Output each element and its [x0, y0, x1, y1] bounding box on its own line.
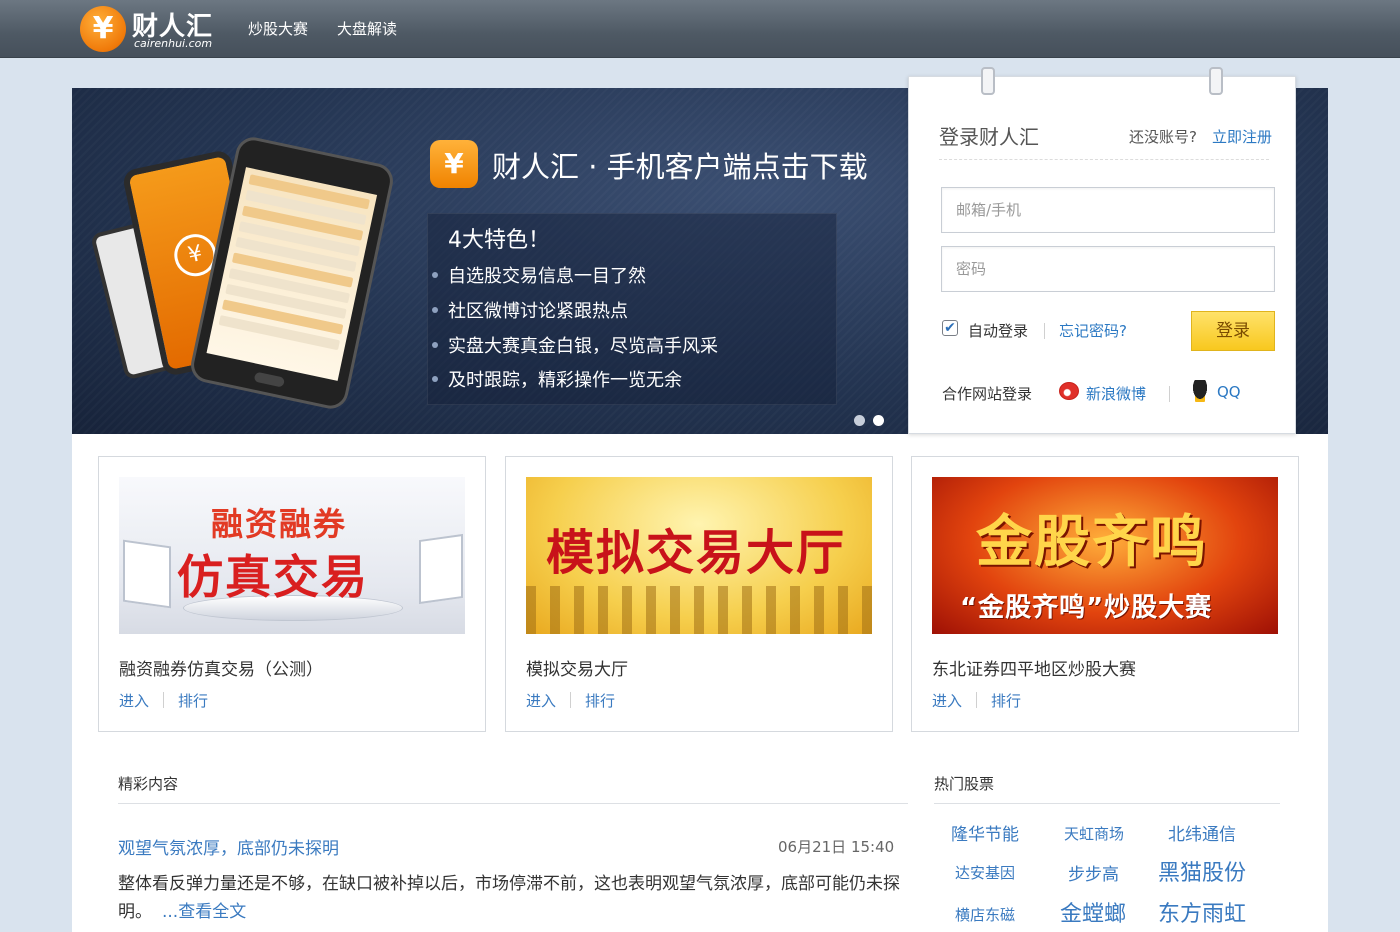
contest-card: 模拟交易大厅 模拟交易大厅 进入 排行 — [505, 456, 893, 732]
nav-stock-contest[interactable]: 炒股大赛 — [248, 18, 308, 39]
article-title-link[interactable]: 观望气氛浓厚，底部仍未探明 — [118, 834, 339, 859]
ranking-link[interactable]: 排行 — [178, 690, 208, 711]
qq-login-link[interactable]: QQ — [1217, 383, 1241, 401]
ranking-link[interactable]: 排行 — [585, 690, 615, 711]
site-logo[interactable]: ¥ 财人汇 cairenhui.com — [80, 6, 230, 52]
auto-login-label[interactable]: 自动登录 — [968, 320, 1028, 341]
golden-stock-contest-banner-image[interactable]: 金股齐鸣 “金股齐鸣”炒股大赛 — [932, 477, 1278, 634]
password-field[interactable]: 密码 — [941, 246, 1275, 292]
hot-stock-link[interactable]: 步步高 — [1068, 860, 1119, 885]
qq-icon[interactable] — [1191, 380, 1209, 402]
enter-link[interactable]: 进入 — [932, 690, 962, 711]
card-title[interactable]: 东北证券四平地区炒股大赛 — [932, 655, 1136, 680]
hot-stock-link[interactable]: 东方雨虹 — [1158, 896, 1246, 928]
login-title: 登录财人汇 — [939, 125, 1039, 149]
phone-screen — [206, 167, 378, 381]
hot-stock-link[interactable]: 达安基因 — [955, 862, 1015, 883]
register-link[interactable]: 立即注册 — [1212, 126, 1272, 147]
app-yen-icon: ¥ — [430, 140, 478, 188]
divider — [118, 803, 908, 804]
hot-stocks-title: 热门股票 — [934, 775, 995, 793]
margin-trading-banner-image[interactable]: 融资融券 仿真交易 — [119, 477, 465, 634]
forgot-password-link[interactable]: 忘记密码? — [1059, 320, 1127, 341]
article-summary: 整体看反弹力量还是不够，在缺口被补掉以后，市场停滞不前，这也表明观望气氛浓厚，底… — [118, 870, 908, 926]
no-account-label: 还没账号? — [1129, 128, 1197, 146]
image-text: “金股齐鸣”炒股大赛 — [960, 593, 1213, 623]
image-text: 金股齐鸣 — [976, 510, 1208, 575]
auto-login-checkbox[interactable]: ✔ — [942, 320, 958, 336]
features-title: 4大特色！ — [448, 228, 550, 253]
nav-market-analysis[interactable]: 大盘解读 — [337, 18, 397, 39]
carousel-dot-2[interactable] — [873, 415, 884, 426]
image-text: 融资融券 — [211, 505, 348, 543]
card-title[interactable]: 融资融券仿真交易（公测） — [119, 655, 323, 680]
divider — [163, 692, 164, 708]
featured-content-title: 精彩内容 — [118, 775, 179, 793]
logo-yen-icon: ¥ — [80, 6, 126, 52]
paper-clip-icon — [981, 67, 995, 95]
logo-domain: cairenhui.com — [134, 37, 213, 50]
hot-stock-link[interactable]: 北纬通信 — [1168, 820, 1236, 845]
top-bar: ¥ 财人汇 cairenhui.com 炒股大赛 大盘解读 — [0, 0, 1400, 58]
divider — [934, 803, 1280, 804]
divider — [1044, 323, 1045, 339]
hot-stock-link[interactable]: 隆华节能 — [951, 820, 1019, 845]
divider — [1169, 386, 1170, 402]
enter-link[interactable]: 进入 — [526, 690, 556, 711]
divider — [939, 159, 1269, 160]
hot-stock-link[interactable]: 黑猫股份 — [1158, 855, 1246, 887]
bullet-icon — [432, 272, 438, 278]
ranking-link[interactable]: 排行 — [991, 690, 1021, 711]
paper-clip-icon — [1209, 67, 1223, 95]
download-title[interactable]: 财人汇 · 手机客户端点击下载 — [492, 144, 868, 186]
enter-link[interactable]: 进入 — [119, 690, 149, 711]
feature-item: 自选股交易信息一目了然 — [448, 266, 646, 287]
carousel-dot-1[interactable] — [854, 415, 865, 426]
partner-login-label: 合作网站登录 — [942, 385, 1033, 403]
bullet-icon — [432, 342, 438, 348]
login-panel: 登录财人汇 还没账号? 立即注册 邮箱/手机 密码 ✔ 自动登录 忘记密码? 登… — [908, 67, 1296, 434]
weibo-icon[interactable] — [1059, 382, 1079, 400]
feature-item: 及时跟踪，精彩操作一览无余 — [448, 370, 682, 391]
read-more-link[interactable]: ...查看全文 — [162, 902, 246, 922]
login-button[interactable]: 登录 — [1191, 311, 1275, 351]
hot-stock-link[interactable]: 金螳螂 — [1060, 896, 1126, 928]
email-field[interactable]: 邮箱/手机 — [941, 187, 1275, 233]
hot-stock-link[interactable]: 天虹商场 — [1064, 823, 1124, 844]
feature-item: 实盘大赛真金白银，尽览高手风采 — [448, 336, 718, 357]
simulated-trading-banner-image[interactable]: 模拟交易大厅 — [526, 477, 872, 634]
image-text: 仿真交易 — [177, 550, 369, 604]
image-text: 模拟交易大厅 — [546, 525, 847, 581]
article-date: 06月21日 15:40 — [778, 838, 895, 856]
contest-card: 金股齐鸣 “金股齐鸣”炒股大赛 东北证券四平地区炒股大赛 进入 排行 — [911, 456, 1299, 732]
bullet-icon — [432, 307, 438, 313]
divider — [976, 692, 977, 708]
card-title[interactable]: 模拟交易大厅 — [526, 655, 628, 680]
weibo-login-link[interactable]: 新浪微博 — [1086, 383, 1146, 404]
contest-card: 融资融券 仿真交易 融资融券仿真交易（公测） 进入 排行 — [98, 456, 486, 732]
hot-stock-link[interactable]: 横店东磁 — [955, 904, 1015, 925]
divider — [570, 692, 571, 708]
bullet-icon — [432, 376, 438, 382]
feature-item: 社区微博讨论紧跟热点 — [448, 301, 628, 322]
